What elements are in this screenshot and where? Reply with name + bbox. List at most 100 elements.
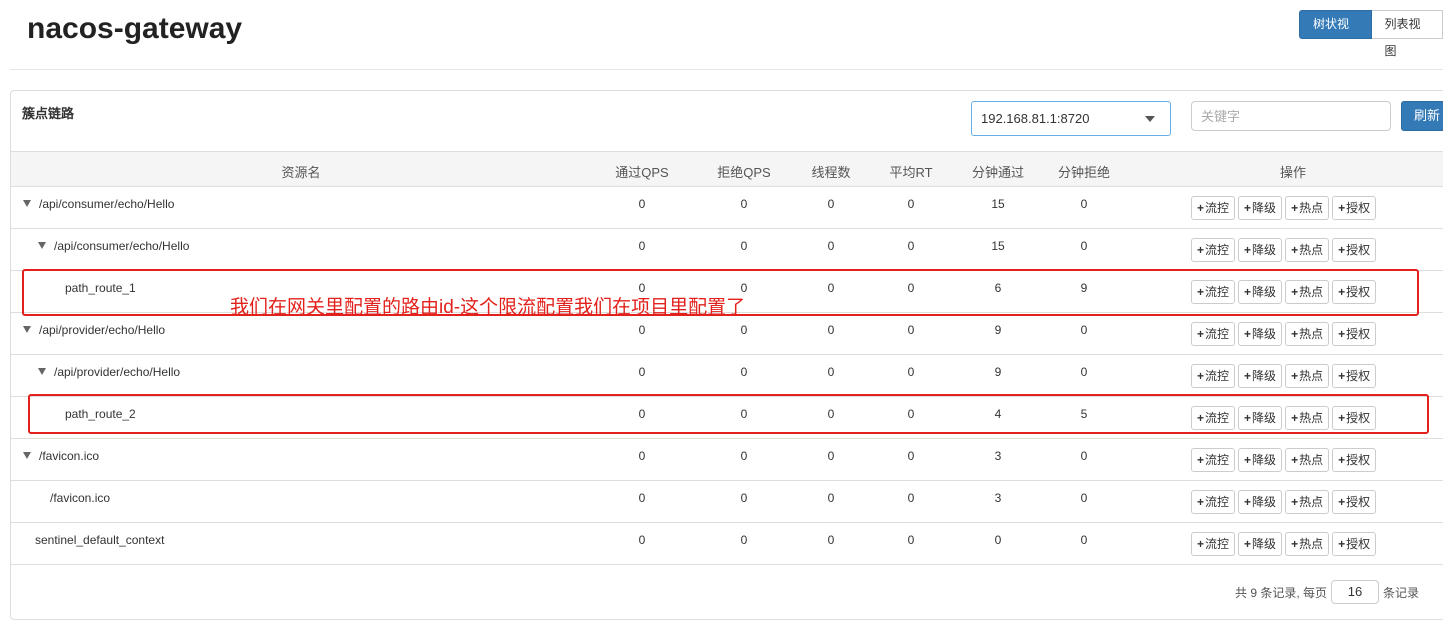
authority-button[interactable]: +授权 <box>1332 322 1376 346</box>
flow-rule-button[interactable]: +流控 <box>1191 532 1235 556</box>
search-input[interactable] <box>1191 101 1391 131</box>
column-header-resource: 资源名 <box>281 162 320 181</box>
flow-rule-button[interactable]: +流控 <box>1191 322 1235 346</box>
hot-param-button[interactable]: +热点 <box>1285 196 1329 220</box>
table-row: /api/provider/echo/Hello000090+流控+降级+热点+… <box>11 355 1443 397</box>
flow-rule-button[interactable]: +流控 <box>1191 448 1235 472</box>
plus-icon: + <box>1338 243 1345 257</box>
tree-view-button[interactable]: 树状视图 <box>1299 10 1372 39</box>
plus-icon: + <box>1291 495 1298 509</box>
resource-name-text: /favicon.ico <box>39 449 99 463</box>
flow-rule-button[interactable]: +流控 <box>1191 196 1235 220</box>
caret-down-icon[interactable] <box>23 326 31 333</box>
action-label: 授权 <box>1346 201 1370 215</box>
plus-icon: + <box>1197 243 1204 257</box>
metric-cell: 15 <box>991 197 1004 211</box>
hot-param-button[interactable]: +热点 <box>1285 448 1329 472</box>
degrade-rule-button[interactable]: +降级 <box>1238 490 1282 514</box>
authority-button[interactable]: +授权 <box>1332 364 1376 388</box>
authority-button[interactable]: +授权 <box>1332 448 1376 472</box>
hot-param-button[interactable]: +热点 <box>1285 364 1329 388</box>
refresh-button[interactable]: 刷新 <box>1401 101 1443 131</box>
degrade-rule-button[interactable]: +降级 <box>1238 322 1282 346</box>
action-label: 热点 <box>1299 327 1323 341</box>
hot-param-button[interactable]: +热点 <box>1285 238 1329 262</box>
list-view-button[interactable]: 列表视图 <box>1372 10 1443 39</box>
resource-name: /api/consumer/echo/Hello <box>38 239 189 253</box>
caret-down-icon[interactable] <box>38 368 46 375</box>
resource-name-text: /api/provider/echo/Hello <box>39 323 165 337</box>
caret-down-icon[interactable] <box>23 452 31 459</box>
hot-param-button[interactable]: +热点 <box>1285 532 1329 556</box>
action-label: 授权 <box>1346 243 1370 257</box>
row-actions: +流控+降级+热点+授权 <box>1191 364 1376 388</box>
metric-cell: 0 <box>828 533 835 547</box>
resource-name: /favicon.ico <box>50 491 110 505</box>
metric-cell: 0 <box>908 365 915 379</box>
action-label: 热点 <box>1299 495 1323 509</box>
action-label: 热点 <box>1299 537 1323 551</box>
metric-cell: 0 <box>828 365 835 379</box>
plus-icon: + <box>1244 327 1251 341</box>
metric-cell: 0 <box>741 323 748 337</box>
metric-cell: 0 <box>828 449 835 463</box>
column-header-block-qps: 拒绝QPS <box>717 162 770 181</box>
degrade-rule-button[interactable]: +降级 <box>1238 238 1282 262</box>
metric-cell: 0 <box>741 365 748 379</box>
authority-button[interactable]: +授权 <box>1332 490 1376 514</box>
action-label: 授权 <box>1346 537 1370 551</box>
degrade-rule-button[interactable]: +降级 <box>1238 532 1282 556</box>
resource-name-text: /api/consumer/echo/Hello <box>54 239 189 253</box>
caret-down-icon <box>1145 116 1155 122</box>
action-label: 流控 <box>1205 537 1229 551</box>
degrade-rule-button[interactable]: +降级 <box>1238 448 1282 472</box>
hot-param-button[interactable]: +热点 <box>1285 490 1329 514</box>
metric-cell: 15 <box>991 239 1004 253</box>
table-row: /favicon.ico000030+流控+降级+热点+授权 <box>11 439 1443 481</box>
machine-select[interactable]: 192.168.81.1:8720 <box>971 101 1171 136</box>
plus-icon: + <box>1338 201 1345 215</box>
degrade-rule-button[interactable]: +降级 <box>1238 196 1282 220</box>
action-label: 降级 <box>1252 201 1276 215</box>
flow-rule-button[interactable]: +流控 <box>1191 364 1235 388</box>
pagination-summary: 共 9 条记录, 每页 <box>1235 584 1327 601</box>
plus-icon: + <box>1197 201 1204 215</box>
metric-cell: 0 <box>741 533 748 547</box>
resource-name-text: /api/provider/echo/Hello <box>54 365 180 379</box>
action-label: 降级 <box>1252 537 1276 551</box>
metric-cell: 3 <box>995 491 1002 505</box>
plus-icon: + <box>1244 453 1251 467</box>
metric-cell: 0 <box>995 533 1002 547</box>
resource-table: 资源名 通过QPS 拒绝QPS 线程数 平均RT 分钟通过 分钟拒绝 操作 /a… <box>11 151 1443 565</box>
page-size-input[interactable]: 16 <box>1331 580 1379 604</box>
plus-icon: + <box>1244 369 1251 383</box>
degrade-rule-button[interactable]: +降级 <box>1238 364 1282 388</box>
flow-rule-button[interactable]: +流控 <box>1191 238 1235 262</box>
metric-cell: 0 <box>828 491 835 505</box>
authority-button[interactable]: +授权 <box>1332 238 1376 262</box>
caret-down-icon[interactable] <box>38 242 46 249</box>
caret-down-icon[interactable] <box>23 200 31 207</box>
metric-cell: 0 <box>639 491 646 505</box>
metric-cell: 0 <box>639 239 646 253</box>
plus-icon: + <box>1291 369 1298 383</box>
table-row: /api/provider/echo/Hello000090+流控+降级+热点+… <box>11 313 1443 355</box>
plus-icon: + <box>1338 537 1345 551</box>
resource-name-text: /api/consumer/echo/Hello <box>39 197 174 211</box>
plus-icon: + <box>1338 327 1345 341</box>
metric-cell: 3 <box>995 449 1002 463</box>
authority-button[interactable]: +授权 <box>1332 196 1376 220</box>
plus-icon: + <box>1291 327 1298 341</box>
pagination: 共 9 条记录, 每页 16 条记录 <box>1235 580 1419 604</box>
action-label: 授权 <box>1346 495 1370 509</box>
authority-button[interactable]: +授权 <box>1332 532 1376 556</box>
action-label: 降级 <box>1252 327 1276 341</box>
resource-name: sentinel_default_context <box>35 533 164 547</box>
action-label: 热点 <box>1299 201 1323 215</box>
annotation-text: 我们在网关里配置的路由id-这个限流配置我们在项目里配置了 <box>230 292 745 319</box>
resource-name-text: sentinel_default_context <box>35 533 164 547</box>
metric-cell: 0 <box>1081 239 1088 253</box>
flow-rule-button[interactable]: +流控 <box>1191 490 1235 514</box>
panel-heading: 簇点链路 <box>22 103 74 122</box>
hot-param-button[interactable]: +热点 <box>1285 322 1329 346</box>
